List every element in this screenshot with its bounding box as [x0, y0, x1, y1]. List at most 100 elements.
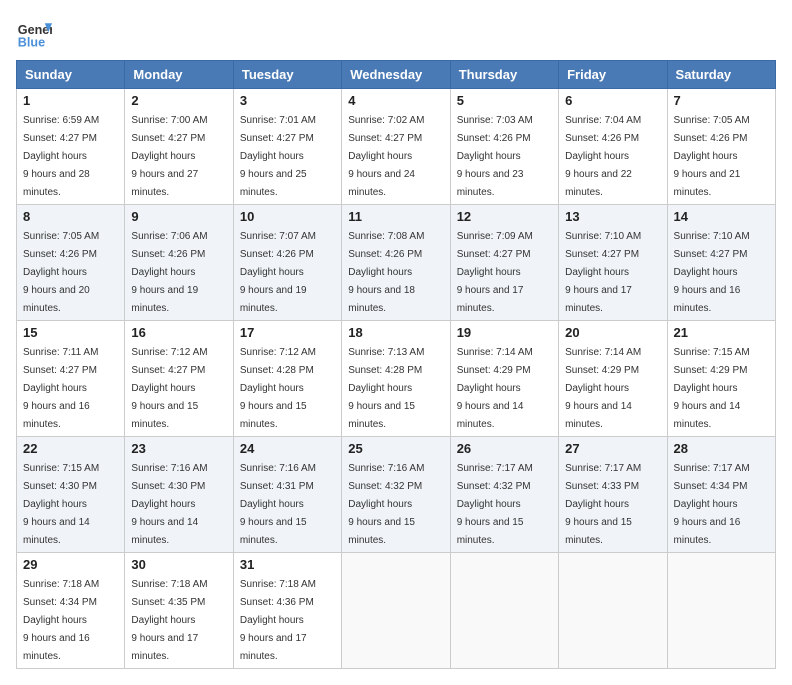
calendar-week-row: 8 Sunrise: 7:05 AMSunset: 4:26 PMDayligh… — [17, 205, 776, 321]
day-info: Sunrise: 7:01 AMSunset: 4:27 PMDaylight … — [240, 115, 316, 198]
day-info: Sunrise: 7:15 AMSunset: 4:30 PMDaylight … — [23, 463, 99, 546]
calendar-week-row: 15 Sunrise: 7:11 AMSunset: 4:27 PMDaylig… — [17, 321, 776, 437]
day-info: Sunrise: 7:09 AMSunset: 4:27 PMDaylight … — [457, 231, 533, 314]
day-info: Sunrise: 7:14 AMSunset: 4:29 PMDaylight … — [565, 347, 641, 430]
calendar-cell: 26 Sunrise: 7:17 AMSunset: 4:32 PMDaylig… — [450, 437, 558, 553]
day-number: 6 — [565, 93, 660, 108]
day-number: 27 — [565, 441, 660, 456]
day-number: 26 — [457, 441, 552, 456]
weekday-header-friday: Friday — [559, 61, 667, 89]
calendar-cell: 12 Sunrise: 7:09 AMSunset: 4:27 PMDaylig… — [450, 205, 558, 321]
weekday-header-saturday: Saturday — [667, 61, 775, 89]
day-info: Sunrise: 7:17 AMSunset: 4:32 PMDaylight … — [457, 463, 533, 546]
day-number: 25 — [348, 441, 443, 456]
calendar-cell: 23 Sunrise: 7:16 AMSunset: 4:30 PMDaylig… — [125, 437, 233, 553]
calendar-cell: 10 Sunrise: 7:07 AMSunset: 4:26 PMDaylig… — [233, 205, 341, 321]
day-info: Sunrise: 7:16 AMSunset: 4:30 PMDaylight … — [131, 463, 207, 546]
calendar-cell: 3 Sunrise: 7:01 AMSunset: 4:27 PMDayligh… — [233, 89, 341, 205]
calendar-cell: 16 Sunrise: 7:12 AMSunset: 4:27 PMDaylig… — [125, 321, 233, 437]
calendar-header-row: SundayMondayTuesdayWednesdayThursdayFrid… — [17, 61, 776, 89]
day-number: 30 — [131, 557, 226, 572]
day-info: Sunrise: 7:08 AMSunset: 4:26 PMDaylight … — [348, 231, 424, 314]
calendar-cell: 19 Sunrise: 7:14 AMSunset: 4:29 PMDaylig… — [450, 321, 558, 437]
day-number: 14 — [674, 209, 769, 224]
calendar-table: SundayMondayTuesdayWednesdayThursdayFrid… — [16, 60, 776, 669]
calendar-cell: 15 Sunrise: 7:11 AMSunset: 4:27 PMDaylig… — [17, 321, 125, 437]
logo-icon: General Blue — [16, 16, 52, 52]
day-number: 12 — [457, 209, 552, 224]
calendar-cell — [450, 553, 558, 669]
day-info: Sunrise: 7:15 AMSunset: 4:29 PMDaylight … — [674, 347, 750, 430]
calendar-cell: 5 Sunrise: 7:03 AMSunset: 4:26 PMDayligh… — [450, 89, 558, 205]
day-info: Sunrise: 7:03 AMSunset: 4:26 PMDaylight … — [457, 115, 533, 198]
day-info: Sunrise: 7:02 AMSunset: 4:27 PMDaylight … — [348, 115, 424, 198]
calendar-cell: 8 Sunrise: 7:05 AMSunset: 4:26 PMDayligh… — [17, 205, 125, 321]
day-info: Sunrise: 7:10 AMSunset: 4:27 PMDaylight … — [674, 231, 750, 314]
day-number: 22 — [23, 441, 118, 456]
day-number: 7 — [674, 93, 769, 108]
calendar-cell: 13 Sunrise: 7:10 AMSunset: 4:27 PMDaylig… — [559, 205, 667, 321]
calendar-week-row: 1 Sunrise: 6:59 AMSunset: 4:27 PMDayligh… — [17, 89, 776, 205]
calendar-cell: 31 Sunrise: 7:18 AMSunset: 4:36 PMDaylig… — [233, 553, 341, 669]
day-info: Sunrise: 7:18 AMSunset: 4:35 PMDaylight … — [131, 579, 207, 662]
calendar-cell: 7 Sunrise: 7:05 AMSunset: 4:26 PMDayligh… — [667, 89, 775, 205]
day-info: Sunrise: 7:10 AMSunset: 4:27 PMDaylight … — [565, 231, 641, 314]
day-info: Sunrise: 7:05 AMSunset: 4:26 PMDaylight … — [674, 115, 750, 198]
calendar-cell: 20 Sunrise: 7:14 AMSunset: 4:29 PMDaylig… — [559, 321, 667, 437]
calendar-cell — [342, 553, 450, 669]
weekday-header-tuesday: Tuesday — [233, 61, 341, 89]
calendar-cell: 28 Sunrise: 7:17 AMSunset: 4:34 PMDaylig… — [667, 437, 775, 553]
weekday-header-monday: Monday — [125, 61, 233, 89]
calendar-cell — [667, 553, 775, 669]
day-info: Sunrise: 7:17 AMSunset: 4:33 PMDaylight … — [565, 463, 641, 546]
page-header: General Blue — [16, 16, 776, 52]
svg-text:Blue: Blue — [18, 36, 45, 50]
weekday-header-sunday: Sunday — [17, 61, 125, 89]
day-number: 18 — [348, 325, 443, 340]
calendar-cell: 21 Sunrise: 7:15 AMSunset: 4:29 PMDaylig… — [667, 321, 775, 437]
day-info: Sunrise: 7:16 AMSunset: 4:31 PMDaylight … — [240, 463, 316, 546]
day-number: 13 — [565, 209, 660, 224]
day-info: Sunrise: 7:14 AMSunset: 4:29 PMDaylight … — [457, 347, 533, 430]
calendar-week-row: 22 Sunrise: 7:15 AMSunset: 4:30 PMDaylig… — [17, 437, 776, 553]
calendar-cell: 1 Sunrise: 6:59 AMSunset: 4:27 PMDayligh… — [17, 89, 125, 205]
calendar-week-row: 29 Sunrise: 7:18 AMSunset: 4:34 PMDaylig… — [17, 553, 776, 669]
day-info: Sunrise: 7:13 AMSunset: 4:28 PMDaylight … — [348, 347, 424, 430]
calendar-cell: 30 Sunrise: 7:18 AMSunset: 4:35 PMDaylig… — [125, 553, 233, 669]
calendar-cell: 11 Sunrise: 7:08 AMSunset: 4:26 PMDaylig… — [342, 205, 450, 321]
calendar-cell: 4 Sunrise: 7:02 AMSunset: 4:27 PMDayligh… — [342, 89, 450, 205]
day-info: Sunrise: 7:04 AMSunset: 4:26 PMDaylight … — [565, 115, 641, 198]
calendar-cell: 22 Sunrise: 7:15 AMSunset: 4:30 PMDaylig… — [17, 437, 125, 553]
day-number: 1 — [23, 93, 118, 108]
day-number: 17 — [240, 325, 335, 340]
day-number: 16 — [131, 325, 226, 340]
day-info: Sunrise: 7:18 AMSunset: 4:36 PMDaylight … — [240, 579, 316, 662]
day-info: Sunrise: 7:07 AMSunset: 4:26 PMDaylight … — [240, 231, 316, 314]
day-info: Sunrise: 7:11 AMSunset: 4:27 PMDaylight … — [23, 347, 98, 430]
day-number: 31 — [240, 557, 335, 572]
calendar-cell: 24 Sunrise: 7:16 AMSunset: 4:31 PMDaylig… — [233, 437, 341, 553]
day-number: 19 — [457, 325, 552, 340]
day-info: Sunrise: 7:12 AMSunset: 4:27 PMDaylight … — [131, 347, 207, 430]
calendar-cell: 29 Sunrise: 7:18 AMSunset: 4:34 PMDaylig… — [17, 553, 125, 669]
day-number: 28 — [674, 441, 769, 456]
calendar-cell: 25 Sunrise: 7:16 AMSunset: 4:32 PMDaylig… — [342, 437, 450, 553]
day-number: 4 — [348, 93, 443, 108]
day-number: 21 — [674, 325, 769, 340]
calendar-cell: 27 Sunrise: 7:17 AMSunset: 4:33 PMDaylig… — [559, 437, 667, 553]
day-number: 11 — [348, 209, 443, 224]
day-number: 3 — [240, 93, 335, 108]
day-number: 20 — [565, 325, 660, 340]
day-number: 8 — [23, 209, 118, 224]
day-info: Sunrise: 7:18 AMSunset: 4:34 PMDaylight … — [23, 579, 99, 662]
day-info: Sunrise: 7:00 AMSunset: 4:27 PMDaylight … — [131, 115, 207, 198]
calendar-cell: 17 Sunrise: 7:12 AMSunset: 4:28 PMDaylig… — [233, 321, 341, 437]
day-number: 9 — [131, 209, 226, 224]
day-info: Sunrise: 7:16 AMSunset: 4:32 PMDaylight … — [348, 463, 424, 546]
weekday-header-wednesday: Wednesday — [342, 61, 450, 89]
calendar-cell: 2 Sunrise: 7:00 AMSunset: 4:27 PMDayligh… — [125, 89, 233, 205]
day-number: 24 — [240, 441, 335, 456]
calendar-cell: 14 Sunrise: 7:10 AMSunset: 4:27 PMDaylig… — [667, 205, 775, 321]
calendar-cell: 6 Sunrise: 7:04 AMSunset: 4:26 PMDayligh… — [559, 89, 667, 205]
logo: General Blue — [16, 16, 52, 52]
